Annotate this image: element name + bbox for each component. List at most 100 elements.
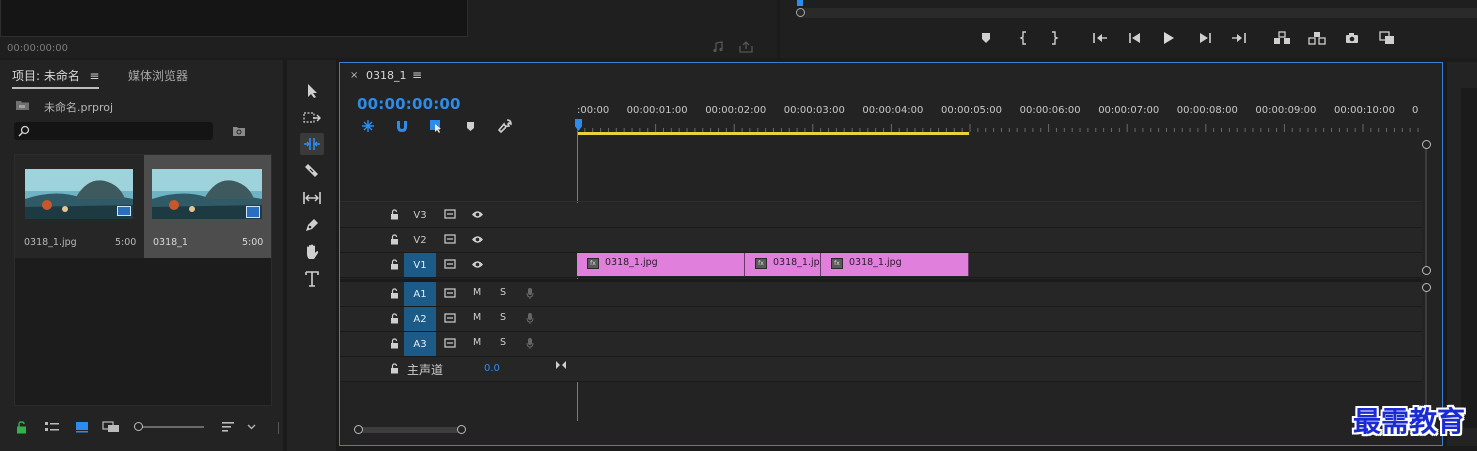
ripple-edit-tool-icon[interactable]: [300, 133, 324, 155]
lift-button[interactable]: [1272, 28, 1292, 48]
timeline-timecode[interactable]: 00:00:00:00: [357, 95, 461, 113]
type-tool-icon[interactable]: [300, 268, 324, 290]
linked-selection-icon[interactable]: [428, 118, 444, 134]
solo-track-button[interactable]: S: [500, 337, 506, 348]
search-icon: [18, 125, 30, 137]
timeline-clip[interactable]: fx 0318_1.jpg: [577, 253, 745, 276]
tab-project[interactable]: 项目: 未命名 ≡: [12, 67, 100, 89]
track-lock-icon[interactable]: [388, 233, 400, 245]
toggle-output-eye-icon[interactable]: [470, 208, 484, 220]
watermark-text: 最需教育: [1353, 405, 1466, 438]
project-item-sequence[interactable]: 0318_1 5:00: [144, 155, 271, 258]
snap-magnet-icon[interactable]: [394, 118, 410, 134]
mute-track-button[interactable]: M: [473, 312, 481, 323]
sync-lock-icon[interactable]: [443, 337, 457, 349]
audio-scroll-handle-top[interactable]: [1422, 283, 1431, 292]
ruler-label: 00:00:06:00: [1019, 105, 1081, 116]
new-bin-from-search-icon[interactable]: [232, 124, 246, 138]
extract-button[interactable]: [1307, 28, 1327, 48]
project-item-clip[interactable]: 0318_1.jpg 5:00: [15, 155, 144, 258]
sync-lock-icon[interactable]: [443, 258, 457, 270]
zoom-slider-handle[interactable]: [134, 422, 143, 431]
step-forward-button[interactable]: [1195, 28, 1215, 48]
toggle-output-eye-icon[interactable]: [470, 233, 484, 245]
hscroll-handle-right[interactable]: [457, 425, 466, 434]
track-header-a3: A3 M S: [340, 332, 576, 356]
audio-only-icon[interactable]: [712, 40, 728, 54]
tab-media-browser[interactable]: 媒体浏览器: [128, 67, 188, 84]
sync-lock-icon[interactable]: [443, 287, 457, 299]
nest-sequence-icon[interactable]: [360, 118, 376, 134]
add-marker-button[interactable]: [976, 28, 996, 48]
solo-track-button[interactable]: S: [500, 312, 506, 323]
list-view-icon[interactable]: [43, 420, 61, 434]
hand-tool-icon[interactable]: [300, 241, 324, 263]
work-area-bar[interactable]: [577, 132, 969, 135]
sort-icons-icon[interactable]: [220, 420, 236, 434]
time-ruler[interactable]: :00:00 00:00:01:00 00:00:02:00 00:00:03:00 0…: [577, 105, 1422, 135]
voiceover-mic-icon[interactable]: [524, 286, 536, 300]
video-scroll-handle-bottom[interactable]: [1422, 266, 1431, 275]
solo-track-button[interactable]: S: [500, 287, 506, 298]
track-label-active[interactable]: V1: [404, 253, 436, 277]
mute-track-button[interactable]: M: [473, 337, 481, 348]
track-lock-icon[interactable]: [388, 208, 400, 220]
track-label-active[interactable]: A2: [404, 307, 436, 331]
export-frame-icon[interactable]: [738, 40, 754, 54]
hscroll-handle-left[interactable]: [354, 425, 363, 434]
sync-lock-icon[interactable]: [443, 233, 457, 245]
mark-out-button[interactable]: [1044, 28, 1064, 48]
timeline-clip[interactable]: fx 0318_1.jp: [745, 253, 821, 276]
track-lock-icon[interactable]: [388, 312, 400, 324]
slip-tool-icon[interactable]: [300, 187, 324, 209]
close-sequence-icon[interactable]: ×: [350, 70, 358, 81]
lock-icon[interactable]: [14, 420, 28, 434]
selection-tool-icon[interactable]: [300, 80, 324, 102]
play-button[interactable]: [1159, 28, 1179, 48]
voiceover-mic-icon[interactable]: [524, 336, 536, 350]
video-vertical-scrollbar[interactable]: [1425, 143, 1427, 271]
mark-in-button[interactable]: [1014, 28, 1034, 48]
panel-menu-icon[interactable]: ≡: [89, 69, 99, 83]
timeline-settings-wrench-icon[interactable]: [497, 118, 513, 134]
source-timecode[interactable]: 00:00:00:00: [7, 43, 68, 54]
comparison-view-button[interactable]: [1377, 28, 1397, 48]
sync-lock-icon[interactable]: [443, 312, 457, 324]
voiceover-mic-icon[interactable]: [524, 311, 536, 325]
search-input[interactable]: [34, 123, 208, 140]
program-scrub-bar[interactable]: [798, 8, 1477, 18]
step-back-button[interactable]: [1125, 28, 1145, 48]
track-lock-icon[interactable]: [388, 337, 400, 349]
pen-tool-icon[interactable]: [300, 214, 324, 236]
go-to-in-button[interactable]: [1090, 28, 1110, 48]
track-lock-icon[interactable]: [388, 362, 400, 374]
go-to-out-button[interactable]: [1229, 28, 1249, 48]
master-volume-value[interactable]: 0.0: [484, 363, 500, 374]
sync-lock-icon[interactable]: [443, 208, 457, 220]
export-frame-camera-icon[interactable]: [1342, 28, 1362, 48]
track-label-active[interactable]: A1: [404, 282, 436, 306]
master-track-label: 主声道: [407, 363, 444, 377]
add-marker-icon[interactable]: [463, 119, 477, 133]
timeline-menu-icon[interactable]: ≡: [412, 68, 422, 82]
track-lock-icon[interactable]: [388, 258, 400, 270]
razor-tool-icon[interactable]: [300, 160, 324, 182]
mute-track-button[interactable]: M: [473, 287, 481, 298]
track-label[interactable]: V3: [404, 203, 436, 227]
video-scroll-handle-top[interactable]: [1422, 140, 1431, 149]
icon-view-icon[interactable]: [73, 420, 91, 434]
track-label-active[interactable]: A3: [404, 332, 436, 356]
sequence-tab-label[interactable]: 0318_1: [366, 69, 407, 82]
track-select-tool-icon[interactable]: [300, 107, 324, 129]
go-to-end-icon[interactable]: [554, 359, 568, 371]
timeline-clip[interactable]: fx 0318_1.jpg: [821, 253, 969, 276]
track-lock-icon[interactable]: [388, 287, 400, 299]
toggle-output-eye-icon[interactable]: [470, 258, 484, 270]
program-playhead-handle[interactable]: [796, 8, 805, 17]
search-field[interactable]: [14, 122, 213, 140]
zoom-slider[interactable]: [134, 426, 204, 428]
freeform-view-icon[interactable]: [101, 420, 121, 434]
chevron-down-icon[interactable]: [245, 421, 257, 433]
track-label[interactable]: V2: [404, 228, 436, 252]
timeline-horizontal-scrollbar[interactable]: [359, 427, 461, 433]
